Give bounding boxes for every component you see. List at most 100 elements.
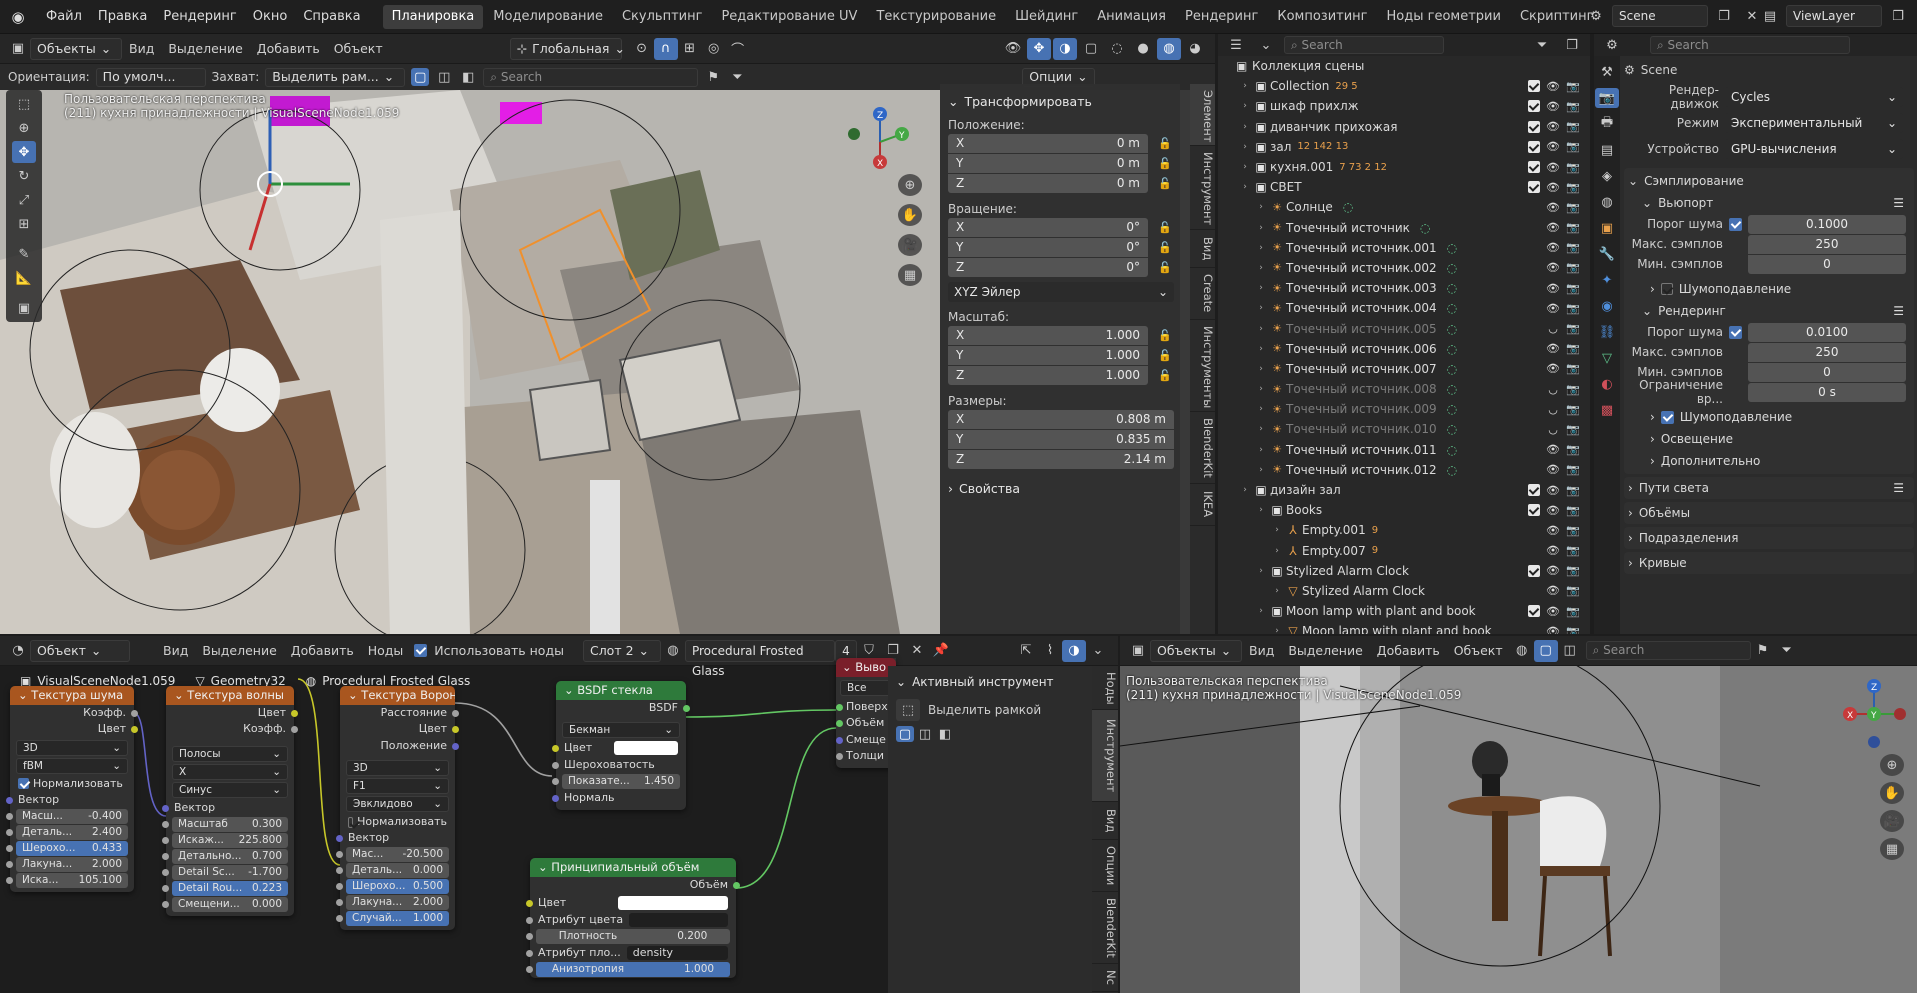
child-count-badge[interactable]: 9 — [1372, 545, 1378, 556]
viewport2-navigation-gizmo[interactable]: Z X Y — [1832, 674, 1916, 754]
object-tab-icon[interactable]: ▣ — [1595, 218, 1619, 238]
menu-object[interactable]: Объект — [327, 41, 390, 56]
pan-hand-icon[interactable]: ✋ — [898, 204, 922, 226]
expand-arrow-icon[interactable]: › — [1254, 606, 1268, 616]
light-data-icon[interactable]: ◌ — [1447, 382, 1457, 396]
input-socket[interactable] — [6, 861, 13, 869]
render-camera-icon[interactable]: 📷 — [1566, 181, 1580, 194]
node-value-field[interactable]: Смещени... 0.000 — [162, 896, 288, 912]
new-view-layer-icon[interactable]: ❐ — [1886, 5, 1910, 27]
viewport-3d-secondary[interactable]: ▣ Объекты ⌄ Вид Выделение Добавить Объект… — [1120, 636, 1917, 993]
input-socket[interactable] — [836, 752, 843, 760]
light-paths-panel-header[interactable]: › Пути света ☰ — [1624, 477, 1914, 499]
voronoi-normalize-checkbox[interactable] — [348, 816, 354, 828]
viewport2-select-extend-icon[interactable]: ◫ — [1558, 640, 1582, 662]
properties-search-input[interactable]: ⌕ Search — [1650, 36, 1850, 54]
render-camera-icon[interactable]: 📷 — [1566, 161, 1580, 174]
tab-nc[interactable]: Nc — [1092, 964, 1118, 992]
dimension-y-field[interactable]: Y 0.835 m — [948, 430, 1174, 449]
output-socket[interactable] — [291, 710, 298, 717]
exclude-checkbox[interactable] — [1528, 80, 1540, 93]
expand-arrow-icon[interactable]: › — [1254, 344, 1268, 354]
zoom-icon[interactable]: ⊕ — [898, 174, 922, 196]
input-socket[interactable] — [162, 868, 169, 876]
viewport2-menu-view[interactable]: Вид — [1242, 643, 1281, 658]
r-noise-field[interactable]: 0.0100 — [1748, 322, 1906, 342]
render-camera-icon[interactable]: 📷 — [1566, 342, 1580, 355]
gizmo-icon[interactable]: ✥ — [1027, 37, 1051, 60]
input-socket[interactable] — [6, 845, 13, 853]
tab-geometry-nodes[interactable]: Ноды геометрии — [1378, 5, 1510, 29]
anisotropy-field[interactable]: Анизотропия 1.000 — [526, 962, 730, 978]
lock-icon[interactable]: 🔓 — [1158, 157, 1172, 171]
properties-editor-type-icon[interactable]: ⚙ — [1600, 34, 1624, 56]
principled-volume-node[interactable]: ⌄ Принципиальный объём Объём Цвет Атрибу… — [526, 858, 740, 979]
scale-tool-icon[interactable]: ⤢ — [12, 189, 36, 211]
noise-type-dropdown[interactable]: fBM ⌄ — [16, 757, 128, 774]
input-socket[interactable] — [162, 836, 169, 844]
visibility-eye-icon[interactable]: 👁 — [1546, 100, 1560, 113]
location-z-field[interactable]: Z0 m — [948, 174, 1148, 193]
render-tab-icon[interactable]: 📷 — [1595, 88, 1619, 108]
render-camera-icon[interactable]: 📷 — [1566, 261, 1580, 274]
outliner-row[interactable]: › ▣ зал 12 142 13 👁 📷 — [1222, 137, 1586, 157]
properties-panel-header[interactable]: › Свойства — [948, 477, 1172, 499]
dimension-x-field[interactable]: X 0.808 m — [948, 410, 1174, 429]
wireframe-icon[interactable]: ◌ — [1105, 38, 1129, 60]
visibility-eye-icon[interactable]: 👁 — [1546, 221, 1560, 234]
outliner-row[interactable]: › ▣ диванчик прихожая 👁 📷 — [1222, 117, 1586, 137]
viewport2-select-set-icon[interactable]: ▢ — [1533, 639, 1558, 662]
mode-set-icon[interactable]: ▢ — [896, 726, 914, 742]
light-data-icon[interactable]: ◌ — [1447, 322, 1457, 336]
material-output-node[interactable]: ⌄ Выво Все Поверх Объём Смеще Толщи — [836, 658, 896, 769]
node-snap-icon[interactable]: ⇱ — [1014, 640, 1038, 662]
lock-icon[interactable]: 🔓 — [1158, 177, 1172, 191]
visibility-eye-icon[interactable]: 👁 — [1546, 484, 1560, 497]
input-socket[interactable] — [6, 813, 13, 821]
viewport2-menu-object[interactable]: Объект — [1447, 643, 1510, 658]
color-swatch[interactable] — [614, 741, 678, 756]
child-count-badge[interactable]: 29 5 — [1335, 81, 1357, 92]
voronoi-texture-node[interactable]: ⌄ Текстура Вороного Расстояние Цвет Поло… — [336, 686, 459, 931]
expand-arrow-icon[interactable]: › — [1254, 263, 1268, 273]
child-count-badge[interactable]: 7 73 2 12 — [1339, 162, 1387, 173]
noise-texture-node[interactable]: ⌄ Текстура шума Коэфф. Цвет 3D ⌄ fBM ⌄ Нор… — [6, 686, 138, 893]
render-camera-icon[interactable]: 📷 — [1566, 463, 1580, 476]
output-socket[interactable] — [683, 705, 690, 712]
light-data-icon[interactable]: ◌ — [1447, 362, 1457, 376]
render-camera-icon[interactable]: 📷 — [1566, 282, 1580, 295]
input-socket[interactable] — [162, 900, 169, 908]
mode-dropdown[interactable]: Объекты ⌄ — [30, 37, 122, 60]
mode-subtract-icon[interactable]: ◧ — [936, 726, 954, 742]
expand-arrow-icon[interactable]: › — [1254, 505, 1268, 515]
render-camera-icon[interactable]: 📷 — [1566, 201, 1580, 214]
new-scene-icon[interactable]: ❐ — [1712, 5, 1736, 27]
expand-arrow-icon[interactable]: › — [1270, 626, 1284, 634]
tab-sculpting[interactable]: Скульптинг — [613, 5, 711, 29]
r-denoise-header[interactable]: › Шумоподавление — [1628, 406, 1910, 428]
expand-arrow-icon[interactable]: › — [1238, 101, 1252, 111]
exclude-checkbox[interactable] — [1528, 564, 1540, 577]
render-camera-icon[interactable]: 📷 — [1566, 564, 1580, 577]
outliner-row[interactable]: › ☀ Точечный источник.005 ◌ ◡ 📷 — [1222, 318, 1586, 338]
outliner-row[interactable]: › ☀ Точечный источник.007 ◌ 👁 📷 — [1222, 359, 1586, 379]
light-data-icon[interactable]: ◌ — [1447, 342, 1457, 356]
mode-extend-icon[interactable]: ◫ — [916, 726, 934, 742]
vp-max-samples-field[interactable]: 250 — [1748, 234, 1906, 254]
measure-tool-icon[interactable]: 📐 — [12, 267, 36, 289]
modifier-tab-icon[interactable]: 🔧 — [1595, 244, 1619, 264]
input-socket[interactable] — [162, 852, 169, 860]
rotate-tool-icon[interactable]: ↻ — [12, 165, 36, 187]
outliner-row[interactable]: › ▣ Collection 29 5 👁 📷 — [1222, 76, 1586, 96]
outliner-editor-type-icon[interactable]: ☰ — [1224, 34, 1248, 56]
visibility-eye-icon[interactable]: 👁 — [1546, 181, 1560, 194]
expand-arrow-icon[interactable]: › — [1238, 122, 1252, 132]
outliner-row[interactable]: › ☀ Точечный источник.011 ◌ 👁 📷 — [1222, 440, 1586, 460]
drag-dropdown[interactable]: Выделить рам... ⌄ — [265, 67, 406, 87]
expand-arrow-icon[interactable]: › — [1238, 142, 1252, 152]
visibility-eye-icon[interactable]: ◡ — [1546, 403, 1560, 416]
render-camera-icon[interactable]: 📷 — [1566, 302, 1580, 315]
outliner-row[interactable]: › ▣ Moon lamp with plant and book 👁 📷 — [1222, 601, 1586, 621]
node-value-field[interactable]: Detail Sc... -1.700 — [162, 864, 288, 880]
overlay-icon[interactable]: ◑ — [1053, 37, 1077, 60]
